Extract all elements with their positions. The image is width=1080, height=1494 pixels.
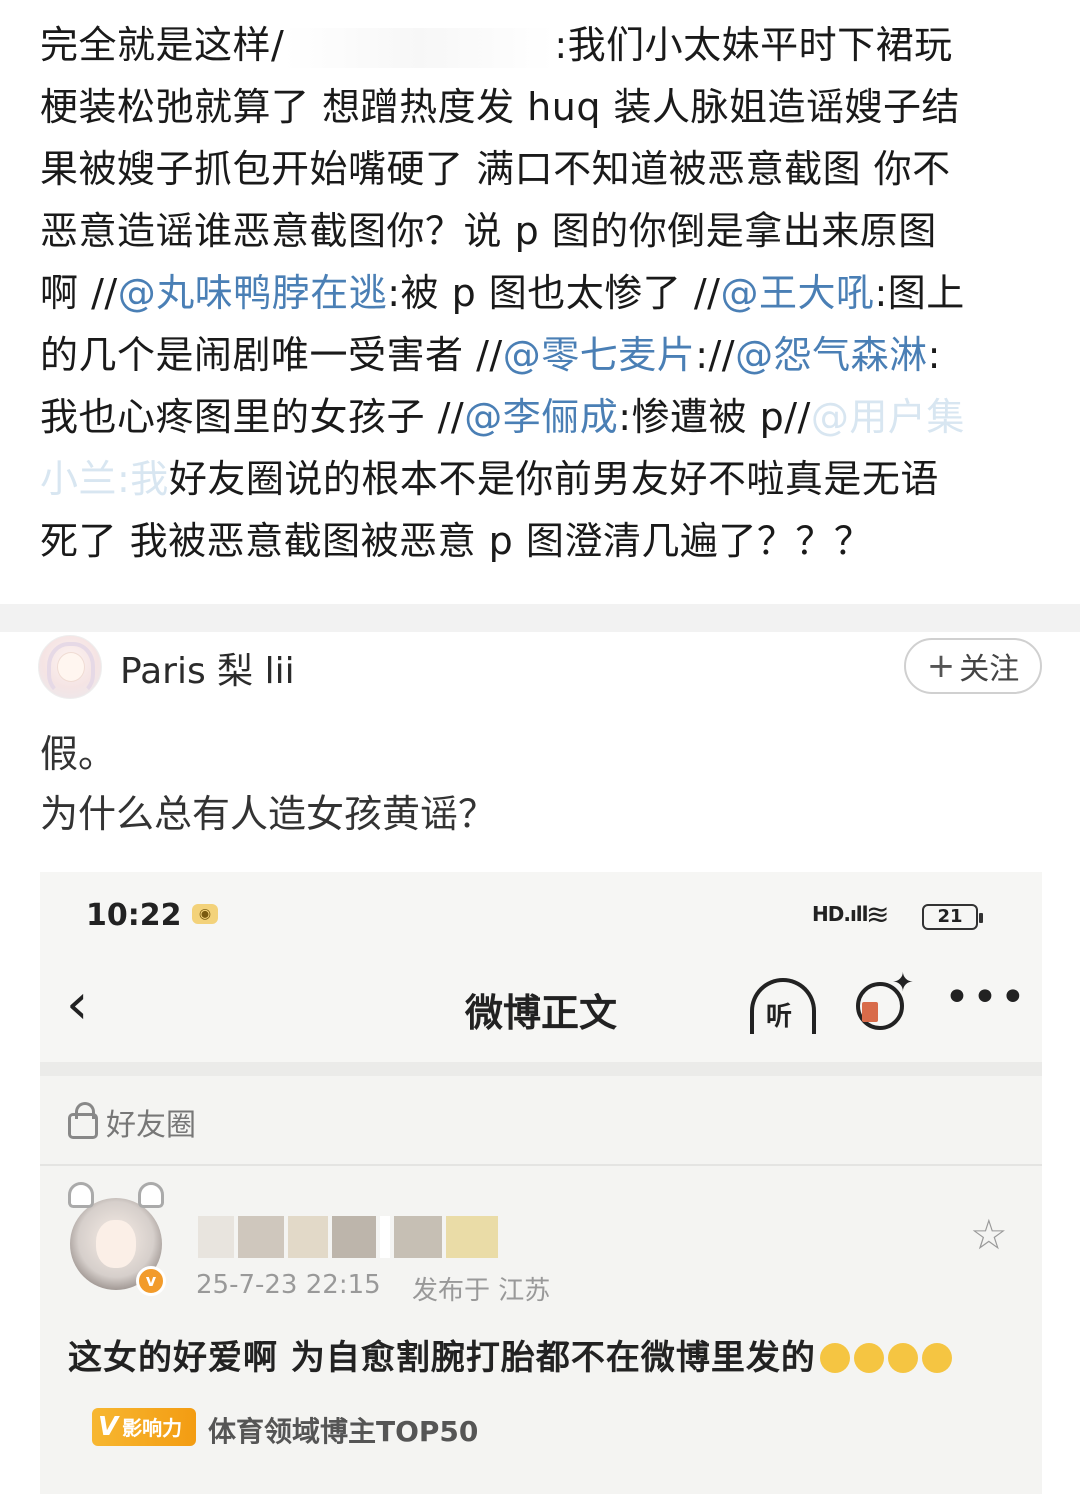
comment-line-1: 假。 (40, 732, 117, 776)
repost-text-segment: 啊 // (40, 271, 118, 315)
crying-emoji-icon (853, 1343, 884, 1373)
mention-link[interactable]: @王大吼 (720, 271, 874, 315)
crying-emoji-icon (921, 1343, 952, 1373)
repost-text-segment: : (927, 333, 941, 377)
influence-badge-v: V (98, 1412, 119, 1442)
influence-label[interactable]: 体育领域博主TOP50 (208, 1410, 478, 1450)
verified-badge-icon: v (136, 1266, 166, 1296)
friend-circle-label: 好友圈 (106, 1108, 196, 1143)
avatar-ears (64, 1182, 168, 1212)
wifi-icon: ≋ (866, 898, 890, 931)
sparkle-icon: ✦ (892, 968, 914, 998)
mention-link[interactable]: @零七麦片 (503, 333, 696, 377)
comment-username[interactable]: Paris 梨 lii (120, 642, 295, 694)
friend-circle-tag: 好友圈 (68, 1100, 196, 1144)
comment-body: 假。 为什么总有人造女孩黄谣？ (40, 724, 496, 844)
repost-text: 完全就是这样/ :我们小太妹平时下裙玩 梗装松弛就算了 想蹭热度发 huq 装人脉… (40, 14, 1050, 572)
star-icon[interactable]: ☆ (970, 1210, 1008, 1259)
repost-text-segment: :被 p 图也太惨了 // (387, 271, 721, 315)
repost-line-6: 的几个是闹剧唯一受害者 //@零七麦片://@怨气森淋: (40, 324, 1050, 386)
repost-line-7: 我也心疼图里的女孩子 //@李俪成:惨遭被 p//@用户集 (40, 386, 1050, 448)
embedded-screenshot[interactable]: 10:22 ◉ HD.ıll ≋ 21 ‹ 微博正文 听 ✦ ••• 好友圈 v… (40, 872, 1042, 1494)
repost-line-3: 果被嫂子抓包开始嘴硬了 满口不知道被恶意截图 你不 (40, 147, 951, 191)
post-text: 这女的好爱啊 为自愈割腕打胎都不在微博里发的 (68, 1330, 952, 1379)
comment-line-2: 为什么总有人造女孩黄谣？ (40, 792, 497, 836)
avatar[interactable] (38, 635, 102, 699)
follow-label: 关注 (959, 652, 1020, 687)
eye-icon: ◉ (192, 904, 218, 924)
repost-line-4: 恶意造谣谁恶意截图你？说 p 图的你倒是拿出来原图 (40, 209, 937, 253)
repost-text-segment: 我也心疼图里的女孩子 // (40, 395, 465, 439)
repost-text-segment: :// (695, 333, 736, 377)
mention-link[interactable]: @丸味鸭脖在逃 (118, 271, 388, 315)
battery-icon: 21 (922, 904, 983, 930)
repost-line-8: 小兰:我好友圈说的根本不是你前男友好不啦真是无语 (40, 448, 1050, 510)
post-date: 25-7-23 22:15 (196, 1270, 381, 1300)
post-text-content: 这女的好爱啊 为自愈割腕打胎都不在微博里发的 (68, 1338, 816, 1378)
repost-text-segment: 的几个是闹剧唯一受害者 // (40, 333, 503, 377)
repost-text-segment: :惨遭被 p// (618, 395, 811, 439)
status-bar: 10:22 ◉ HD.ıll ≋ 21 (40, 872, 1042, 952)
divider (40, 1164, 1042, 1166)
nav-bar: ‹ 微博正文 听 ✦ ••• (40, 952, 1042, 1062)
comment-header: Paris 梨 lii + 关注 (0, 632, 1080, 712)
repost-line-2: 梗装松弛就算了 想蹭热度发 huq 装人脉姐造谣嫂子结 (40, 85, 961, 129)
influence-badge-text: 影响力 (122, 1416, 183, 1440)
repost-line-1: 完全就是这样/ :我们小太妹平时下裙玩 (40, 14, 1050, 76)
plus-icon: + (926, 646, 956, 686)
repost-line-5: 啊 //@丸味鸭脖在逃:被 p 图也太惨了 //@王大吼:图上 (40, 262, 1050, 324)
influence-badge: V 影响力 (92, 1408, 196, 1446)
repost-lead: 完全就是这样/ (40, 23, 285, 67)
signal-icon: HD.ıll (812, 902, 869, 926)
avatar-face (96, 1220, 136, 1268)
mention-link[interactable]: @怨气森淋 (735, 333, 928, 377)
crying-emoji-icon (819, 1343, 850, 1373)
ai-search-dot (862, 1002, 878, 1022)
post-location: 发布于 江苏 (412, 1276, 551, 1306)
follow-button[interactable]: + 关注 (904, 638, 1042, 694)
repost-line-9: 死了 我被恶意截图被恶意 p 图澄清几遍了？？？ (40, 519, 873, 563)
mention-link[interactable]: @李俪成 (464, 395, 618, 439)
avatar-face (57, 652, 85, 682)
repost-text-segment: 好友圈说的根本不是你前男友好不啦真是无语 (168, 457, 939, 501)
lock-icon (68, 1102, 98, 1139)
crying-emoji-icon (887, 1343, 918, 1373)
listen-label: 听 (766, 1002, 793, 1032)
blurred-username (284, 27, 555, 68)
more-icon[interactable]: ••• (944, 972, 1028, 1023)
repost-text-segment: :图上 (874, 271, 965, 315)
blurred-post-username (198, 1216, 498, 1258)
section-separator (0, 604, 1080, 632)
status-time: 10:22 (86, 898, 182, 933)
repost-line-1-text: :我们小太妹平时下裙玩 (554, 23, 953, 67)
divider (40, 1062, 1042, 1076)
mention-link-faded[interactable]: @用户集 (811, 395, 965, 439)
repost-text-faded: 小兰:我 (40, 457, 169, 501)
